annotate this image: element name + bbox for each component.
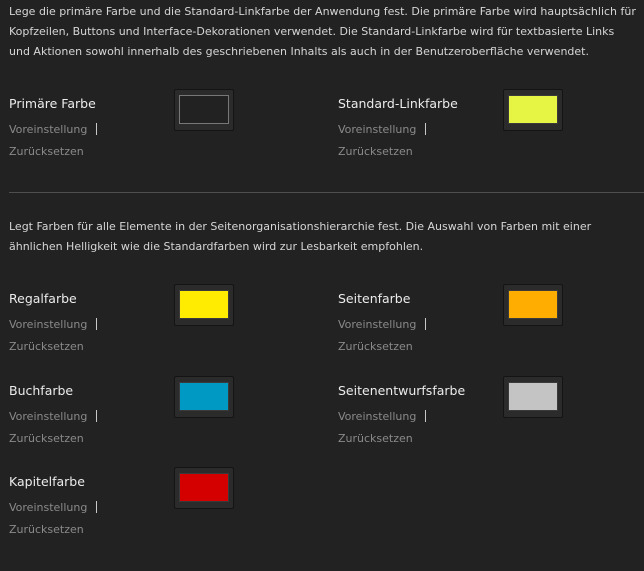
setting-shelf-color: Regalfarbe Voreinstellung Zurücksetzen (9, 284, 249, 361)
book-color-picker[interactable] (174, 376, 234, 418)
setting-label: Seitenentwurfsfarbe (338, 383, 466, 398)
setting-label: Seitenfarbe (338, 291, 411, 306)
page-reset-link[interactable]: Zurücksetzen (338, 336, 426, 358)
page-color-picker[interactable] (503, 284, 563, 326)
color-swatch (179, 290, 229, 319)
hierarchy-colors-description: Legt Farben für alle Elemente in der Sei… (9, 220, 592, 253)
primary-color-picker[interactable] (174, 89, 234, 131)
setting-label: Primäre Farbe (9, 96, 96, 111)
setting-primary-color: Primäre Farbe Voreinstellung Zurücksetze… (9, 89, 249, 166)
draft-default-link[interactable]: Voreinstellung (338, 406, 427, 428)
chapter-reset-link[interactable]: Zurücksetzen (9, 519, 97, 541)
shelf-color-picker[interactable] (174, 284, 234, 326)
separator (425, 410, 427, 422)
book-reset-link[interactable]: Zurücksetzen (9, 428, 97, 450)
primary-default-link[interactable]: Voreinstellung (9, 119, 98, 141)
link-default-link[interactable]: Voreinstellung (338, 119, 427, 141)
setting-link-color: Standard-Linkfarbe Voreinstellung Zurück… (338, 89, 578, 166)
chapter-default-link[interactable]: Voreinstellung (9, 497, 98, 519)
separator (425, 123, 427, 135)
draft-reset-link[interactable]: Zurücksetzen (338, 428, 426, 450)
setting-label: Buchfarbe (9, 383, 74, 398)
color-swatch (179, 473, 229, 502)
separator (96, 501, 98, 513)
page-default-link[interactable]: Voreinstellung (338, 314, 427, 336)
color-swatch (508, 95, 558, 124)
setting-draft-color: Seitenentwurfsfarbe Voreinstellung Zurüc… (338, 376, 578, 453)
setting-label: Regalfarbe (9, 291, 77, 306)
primary-reset-link[interactable]: Zurücksetzen (9, 141, 97, 163)
link-color-picker[interactable] (503, 89, 563, 131)
book-default-link[interactable]: Voreinstellung (9, 406, 98, 428)
setting-label: Kapitelfarbe (9, 474, 85, 489)
separator (96, 410, 98, 422)
setting-chapter-color: Kapitelfarbe Voreinstellung Zurücksetzen (9, 467, 249, 544)
separator (96, 318, 98, 330)
shelf-default-link[interactable]: Voreinstellung (9, 314, 98, 336)
chapter-color-picker[interactable] (174, 467, 234, 509)
color-swatch (179, 382, 229, 411)
setting-label: Standard-Linkfarbe (338, 96, 458, 111)
link-reset-link[interactable]: Zurücksetzen (338, 141, 426, 163)
app-colors-description: Lege die primäre Farbe und die Standard-… (9, 5, 636, 58)
setting-book-color: Buchfarbe Voreinstellung Zurücksetzen (9, 376, 249, 453)
section-divider (9, 192, 644, 193)
separator (96, 123, 98, 135)
separator (425, 318, 427, 330)
setting-page-color: Seitenfarbe Voreinstellung Zurücksetzen (338, 284, 578, 361)
color-swatch (508, 290, 558, 319)
color-swatch (508, 382, 558, 411)
color-swatch (179, 95, 229, 124)
shelf-reset-link[interactable]: Zurücksetzen (9, 336, 97, 358)
draft-color-picker[interactable] (503, 376, 563, 418)
